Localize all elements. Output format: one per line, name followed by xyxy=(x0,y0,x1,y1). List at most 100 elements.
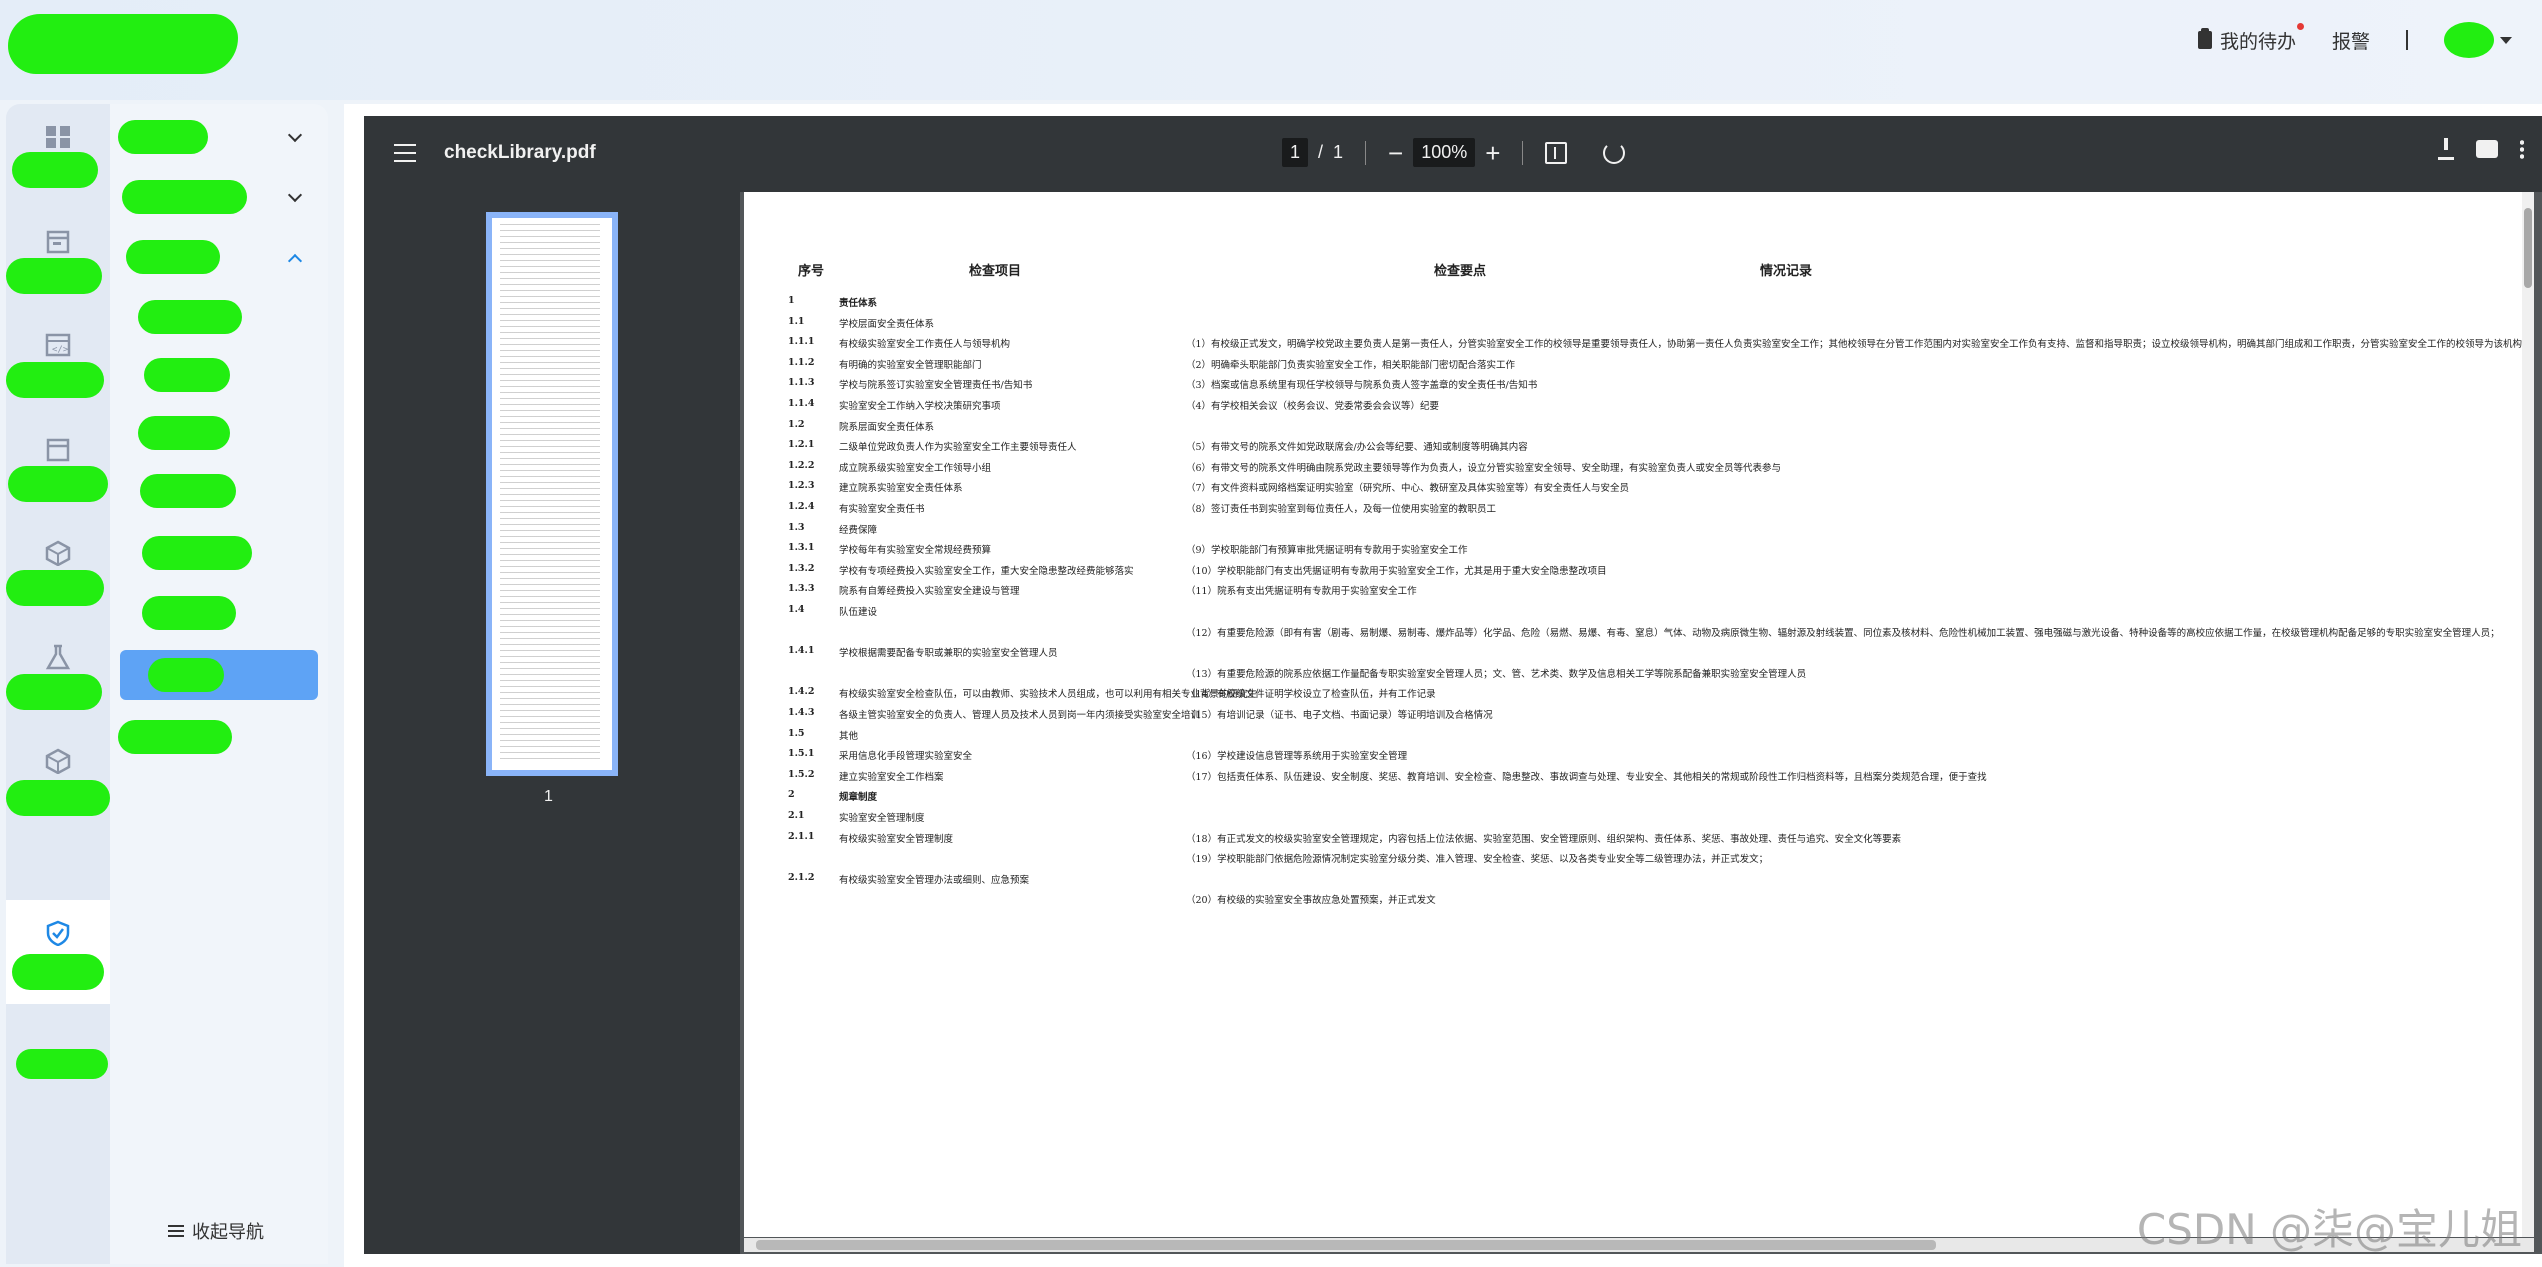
row-number: 2.1 xyxy=(788,810,805,821)
subnav-item-selected[interactable] xyxy=(120,650,318,700)
zoom-out-button[interactable]: − xyxy=(1388,140,1403,166)
pdf-file-name: checkLibrary.pdf xyxy=(444,142,596,163)
chevron-down-icon[interactable] xyxy=(2500,36,2512,44)
table-row: 1.4.3 各级主管实验室安全的负责人、管理人员及技术人员到岗一年内须接受实验室安… xyxy=(744,707,2534,727)
collapse-nav-button[interactable]: 收起导航 xyxy=(168,1218,264,1244)
subnav-item-5[interactable] xyxy=(110,528,328,578)
row-number: 1.1.2 xyxy=(788,356,815,368)
row-number: 1.2.4 xyxy=(788,501,815,512)
row-item: 学校层面安全责任体系 xyxy=(839,318,935,330)
subnav-item-6[interactable] xyxy=(110,588,328,638)
table-row: 1.1.3 学校与院系签订实验室安全管理责任书/告知书 （3）档案或信息系统里有现任… xyxy=(744,377,2534,397)
rail-item-4[interactable] xyxy=(6,416,110,520)
row-item: 实验室安全工作纳入学校决策研究事项 xyxy=(839,401,1001,412)
row-item: 有校级实验室安全管理制度 xyxy=(839,833,954,845)
table-row: 2.1.1 有校级实验室安全管理制度 （18）有正式发文的校级实验室安全管理规定，内… xyxy=(744,831,2534,851)
subnav-item-3[interactable] xyxy=(110,408,328,458)
table-row: 1.4.1 学校根据需要配备专职或兼职的实验室安全管理人员 xyxy=(744,645,2534,665)
table-row: 1.1 学校层面安全责任体系 xyxy=(744,316,2534,336)
app-logo xyxy=(8,14,238,74)
rail-label-1 xyxy=(12,152,98,188)
subnav-item-4[interactable] xyxy=(110,466,328,516)
rail-label-8 xyxy=(12,954,104,990)
rail-footer-item[interactable] xyxy=(16,1049,108,1079)
row-check-point: （10）学校职能部门有支出凭据证明有专款用于实验室安全工作，尤其是用于重大安全隐… xyxy=(1186,565,1607,577)
row-item: 队伍建设 xyxy=(839,607,878,618)
subnav-item-1[interactable] xyxy=(110,292,328,342)
row-number: 1.5 xyxy=(788,727,805,739)
top-bar: 我的待办 报警 xyxy=(0,0,2542,100)
row-number: 1.1 xyxy=(788,315,805,327)
row-item: 采用信息化手段管理实验室安全 xyxy=(839,751,973,763)
download-icon[interactable] xyxy=(2438,138,2454,160)
subnav-item-7[interactable] xyxy=(110,712,328,762)
cube-icon xyxy=(45,748,71,774)
vertical-scrollbar[interactable] xyxy=(2522,192,2534,1237)
row-number: 1.4.2 xyxy=(788,686,815,698)
table-row: 1.1.4 实验室安全工作纳入学校决策研究事项 （4）有学校相关会议（校务会议、党委… xyxy=(744,398,2534,418)
table-row: 1.5 其他 xyxy=(744,728,2534,748)
rail-item-3[interactable]: </> xyxy=(6,312,110,416)
menu-icon xyxy=(168,1225,184,1237)
subnav-group-1[interactable] xyxy=(110,112,328,162)
row-item: 规章制度 xyxy=(839,792,878,804)
grid-icon xyxy=(46,126,70,148)
rail-label-3 xyxy=(6,362,104,398)
header-no: 序号 xyxy=(798,264,825,279)
svg-text:</>: </> xyxy=(52,345,69,355)
page-number-input[interactable]: 1 xyxy=(1282,138,1309,167)
code-icon: </> xyxy=(45,333,71,357)
alarm-link[interactable]: 报警 xyxy=(2332,27,2370,54)
row-number: 1.3 xyxy=(788,521,805,533)
page-thumbnail[interactable] xyxy=(486,212,618,776)
row-number: 1.2.1 xyxy=(788,439,815,451)
more-options-icon[interactable] xyxy=(2520,139,2524,159)
table-row: 1.3 经费保障 xyxy=(744,522,2534,542)
row-number: 1.1.4 xyxy=(788,398,815,409)
row-check-point: （6）有带文号的院系文件明确由院系党政主要领导等作为负责人，设立分管实验室安全领… xyxy=(1186,462,1782,474)
table-row: 1.4 队伍建设 xyxy=(744,604,2534,624)
subnav-group-2[interactable] xyxy=(110,172,328,222)
rail-label-7 xyxy=(6,780,110,816)
pdf-right-actions xyxy=(2438,138,2524,160)
row-item: 经费保障 xyxy=(839,524,878,536)
top-right-actions: 我的待办 报警 xyxy=(2197,20,2512,60)
table-row: 2 规章制度 xyxy=(744,789,2534,809)
user-avatar[interactable] xyxy=(2444,22,2494,58)
toolbar-divider xyxy=(1365,140,1367,165)
rotate-icon[interactable] xyxy=(1603,141,1626,164)
row-item: 建立院系实验室安全责任体系 xyxy=(839,483,963,495)
clipboard-icon xyxy=(2197,28,2212,49)
table-row: （20）有校级的实验室安全事故应急处置预案，并正式发文 xyxy=(744,892,2534,912)
row-check-point: （1）有校级正式发文，明确学校党政主要负责人是第一责任人，分管实验室安全工作的校… xyxy=(1186,339,2534,351)
table-row: 1.3.3 院系有自筹经费投入实验室安全建设与管理 （11）院系有支出凭据证明有专款… xyxy=(744,583,2534,603)
todo-button[interactable]: 我的待办 xyxy=(2197,22,2304,54)
table-row: 1.3.2 学校有专项经费投入实验室安全工作，重大安全隐患整改经费能够落实 （10）… xyxy=(744,563,2534,583)
rail-item-2[interactable] xyxy=(6,208,110,312)
page-controls: 1 / 1 − 100% + xyxy=(1282,138,1626,167)
calendar-icon xyxy=(46,230,70,254)
rail-item-5[interactable] xyxy=(6,520,110,624)
fit-page-icon[interactable] xyxy=(1545,141,1568,164)
subnav-group-3[interactable] xyxy=(110,232,328,282)
print-icon[interactable] xyxy=(2476,140,2498,158)
row-check-point: （3）档案或信息系统里有现任学校领导与院系负责人签字盖章的安全责任书/告知书 xyxy=(1186,380,1538,392)
table-row: 1.5.1 采用信息化手段管理实验室安全 （16）学校建设信息管理等系统用于实验室安… xyxy=(744,748,2534,768)
row-item: 学校有专项经费投入实验室安全工作，重大安全隐患整改经费能够落实 xyxy=(839,565,1134,577)
rail-item-7[interactable] xyxy=(6,728,110,832)
rail-label-5 xyxy=(6,570,104,606)
row-number: 1.2.3 xyxy=(788,480,815,492)
row-item: 学校每年有实验室安全常规经费预算 xyxy=(839,545,992,557)
rail-item-8-active[interactable] xyxy=(6,900,110,1004)
row-number: 1.4.3 xyxy=(788,707,815,718)
menu-icon[interactable] xyxy=(394,144,416,162)
zoom-level-input[interactable]: 100% xyxy=(1413,138,1476,167)
subnav-item-2[interactable] xyxy=(110,350,328,400)
rail-item-1[interactable] xyxy=(6,104,110,208)
table-row: （12）有重要危险源（即有有害（剧毒、易制爆、易制毒、爆炸品等）化学品、危险（易… xyxy=(744,625,2534,645)
row-number: 1.3.1 xyxy=(788,542,815,554)
pdf-toolbar: checkLibrary.pdf 1 / 1 − 100% + xyxy=(364,116,2542,192)
table-row: 1.2 院系层面安全责任体系 xyxy=(744,419,2534,439)
rail-item-6[interactable] xyxy=(6,624,110,728)
zoom-in-button[interactable]: + xyxy=(1485,140,1500,166)
